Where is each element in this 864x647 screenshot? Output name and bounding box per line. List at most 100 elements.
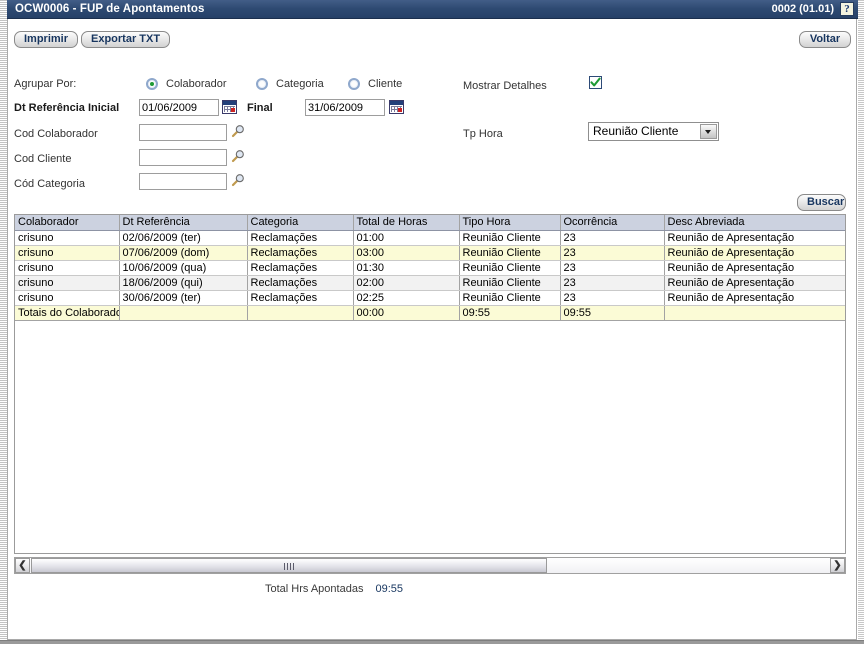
total-hours-footer: Total Hrs Apontadas 09:55 — [265, 583, 403, 595]
table-cell: Reunião Cliente — [459, 230, 560, 245]
column-header-2[interactable]: Categoria — [247, 215, 353, 230]
tp-hora-label: Tp Hora — [463, 128, 503, 140]
table-cell: 23 — [560, 290, 664, 305]
tp-hora-select[interactable]: Reunião Cliente — [588, 122, 719, 141]
table-cell: Reclamações — [247, 275, 353, 290]
table-cell: Reunião Cliente — [459, 290, 560, 305]
search-lookup-icon-colaborador[interactable] — [231, 124, 245, 138]
calendar-icon-end[interactable] — [389, 100, 404, 114]
group-by-label: Agrupar Por: — [14, 78, 76, 90]
results-table: ColaboradorDt ReferênciaCategoriaTotal d… — [15, 215, 845, 321]
table-cell: Reunião de Apresentação — [664, 290, 845, 305]
table-totals-row[interactable]: Totais do Colaborador crisuno00:0009:550… — [15, 305, 845, 320]
total-hours-label: Total Hrs Apontadas — [265, 583, 363, 595]
show-details-label: Mostrar Detalhes — [463, 80, 547, 92]
tp-hora-value: Reunião Cliente — [593, 124, 678, 138]
table-cell: Reunião de Apresentação — [664, 245, 845, 260]
window-left-gutter — [0, 0, 7, 640]
table-cell: Reunião Cliente — [459, 275, 560, 290]
table-cell: crisuno — [15, 275, 119, 290]
table-cell: Reclamações — [247, 260, 353, 275]
radio-categoria[interactable] — [256, 78, 268, 90]
application-window: OCW0006 - FUP de Apontamentos 0002 (01.0… — [0, 0, 864, 647]
table-cell: Reunião Cliente — [459, 260, 560, 275]
cod-categoria-input[interactable] — [139, 173, 227, 190]
column-header-4[interactable]: Tipo Hora — [459, 215, 560, 230]
back-button[interactable]: Voltar — [799, 31, 851, 48]
table-cell: crisuno — [15, 260, 119, 275]
search-lookup-icon-cliente[interactable] — [231, 149, 245, 163]
table-cell: 10/06/2009 (qua) — [119, 260, 247, 275]
scroll-right-arrow-icon[interactable]: ❯ — [830, 558, 845, 573]
table-row[interactable]: crisuno10/06/2009 (qua)Reclamações01:30R… — [15, 260, 845, 275]
table-cell: crisuno — [15, 290, 119, 305]
calendar-icon-start[interactable] — [222, 100, 237, 114]
table-cell: Reclamações — [247, 230, 353, 245]
cod-cliente-input[interactable] — [139, 149, 227, 166]
export-txt-button[interactable]: Exportar TXT — [81, 31, 170, 48]
help-icon[interactable]: ? — [840, 2, 854, 16]
table-cell: 02:25 — [353, 290, 459, 305]
table-cell: 01:00 — [353, 230, 459, 245]
date-end-input[interactable] — [305, 99, 385, 116]
table-cell: 01:30 — [353, 260, 459, 275]
column-header-6[interactable]: Desc Abreviada — [664, 215, 845, 230]
table-cell: crisuno — [15, 245, 119, 260]
results-grid: ColaboradorDt ReferênciaCategoriaTotal d… — [14, 214, 846, 554]
title-bar: OCW0006 - FUP de Apontamentos 0002 (01.0… — [7, 0, 858, 19]
table-row[interactable]: crisuno07/06/2009 (dom)Reclamações03:00R… — [15, 245, 845, 260]
cod-colaborador-input[interactable] — [139, 124, 227, 141]
table-cell: Reclamações — [247, 245, 353, 260]
table-cell — [119, 305, 247, 320]
column-header-3[interactable]: Total de Horas — [353, 215, 459, 230]
column-header-5[interactable]: Ocorrência — [560, 215, 664, 230]
table-cell: 02/06/2009 (ter) — [119, 230, 247, 245]
window-bottom-rule — [0, 640, 864, 644]
cod-categoria-label: Cód Categoria — [14, 178, 85, 190]
column-header-0[interactable]: Colaborador — [15, 215, 119, 230]
table-row[interactable]: crisuno18/06/2009 (qui)Reclamações02:00R… — [15, 275, 845, 290]
date-start-input[interactable] — [139, 99, 219, 116]
window-right-gutter — [858, 0, 864, 640]
window-version: 0002 (01.01) — [772, 3, 834, 15]
table-row[interactable]: crisuno02/06/2009 (ter)Reclamações01:00R… — [15, 230, 845, 245]
window-title: OCW0006 - FUP de Apontamentos — [15, 3, 204, 15]
table-cell: 23 — [560, 230, 664, 245]
chevron-down-icon[interactable] — [700, 124, 717, 139]
total-hours-value: 09:55 — [375, 583, 403, 595]
date-end-label: Final — [247, 102, 273, 114]
scrollbar-thumb[interactable] — [31, 558, 547, 573]
horizontal-scrollbar[interactable]: ❮ ❯ — [14, 557, 846, 574]
table-cell: Reunião de Apresentação — [664, 260, 845, 275]
table-cell: 09:55 — [560, 305, 664, 320]
radio-cliente[interactable] — [348, 78, 360, 90]
table-header-row: ColaboradorDt ReferênciaCategoriaTotal d… — [15, 215, 845, 230]
table-cell: 23 — [560, 245, 664, 260]
table-cell: 18/06/2009 (qui) — [119, 275, 247, 290]
radio-colaborador[interactable] — [146, 78, 158, 90]
search-lookup-icon-categoria[interactable] — [231, 173, 245, 187]
table-cell: 00:00 — [353, 305, 459, 320]
table-cell — [664, 305, 845, 320]
scroll-left-arrow-icon[interactable]: ❮ — [15, 558, 30, 573]
table-body: crisuno02/06/2009 (ter)Reclamações01:00R… — [15, 230, 845, 320]
table-cell: Reclamações — [247, 290, 353, 305]
radio-categoria-label: Categoria — [276, 78, 324, 90]
table-cell: 30/06/2009 (ter) — [119, 290, 247, 305]
date-start-label: Dt Referência Inicial — [14, 102, 119, 114]
table-cell: 02:00 — [353, 275, 459, 290]
table-cell: crisuno — [15, 230, 119, 245]
show-details-checkbox[interactable] — [589, 76, 602, 89]
table-cell: Reunião de Apresentação — [664, 275, 845, 290]
print-button[interactable]: Imprimir — [14, 31, 78, 48]
table-row[interactable]: crisuno30/06/2009 (ter)Reclamações02:25R… — [15, 290, 845, 305]
column-header-1[interactable]: Dt Referência — [119, 215, 247, 230]
table-cell: 09:55 — [459, 305, 560, 320]
table-cell — [247, 305, 353, 320]
table-cell: 23 — [560, 260, 664, 275]
cod-colaborador-label: Cod Colaborador — [14, 128, 98, 140]
cod-cliente-label: Cod Cliente — [14, 153, 71, 165]
radio-cliente-label: Cliente — [368, 78, 402, 90]
table-cell: Reunião de Apresentação — [664, 230, 845, 245]
search-button[interactable]: Buscar — [797, 194, 846, 211]
